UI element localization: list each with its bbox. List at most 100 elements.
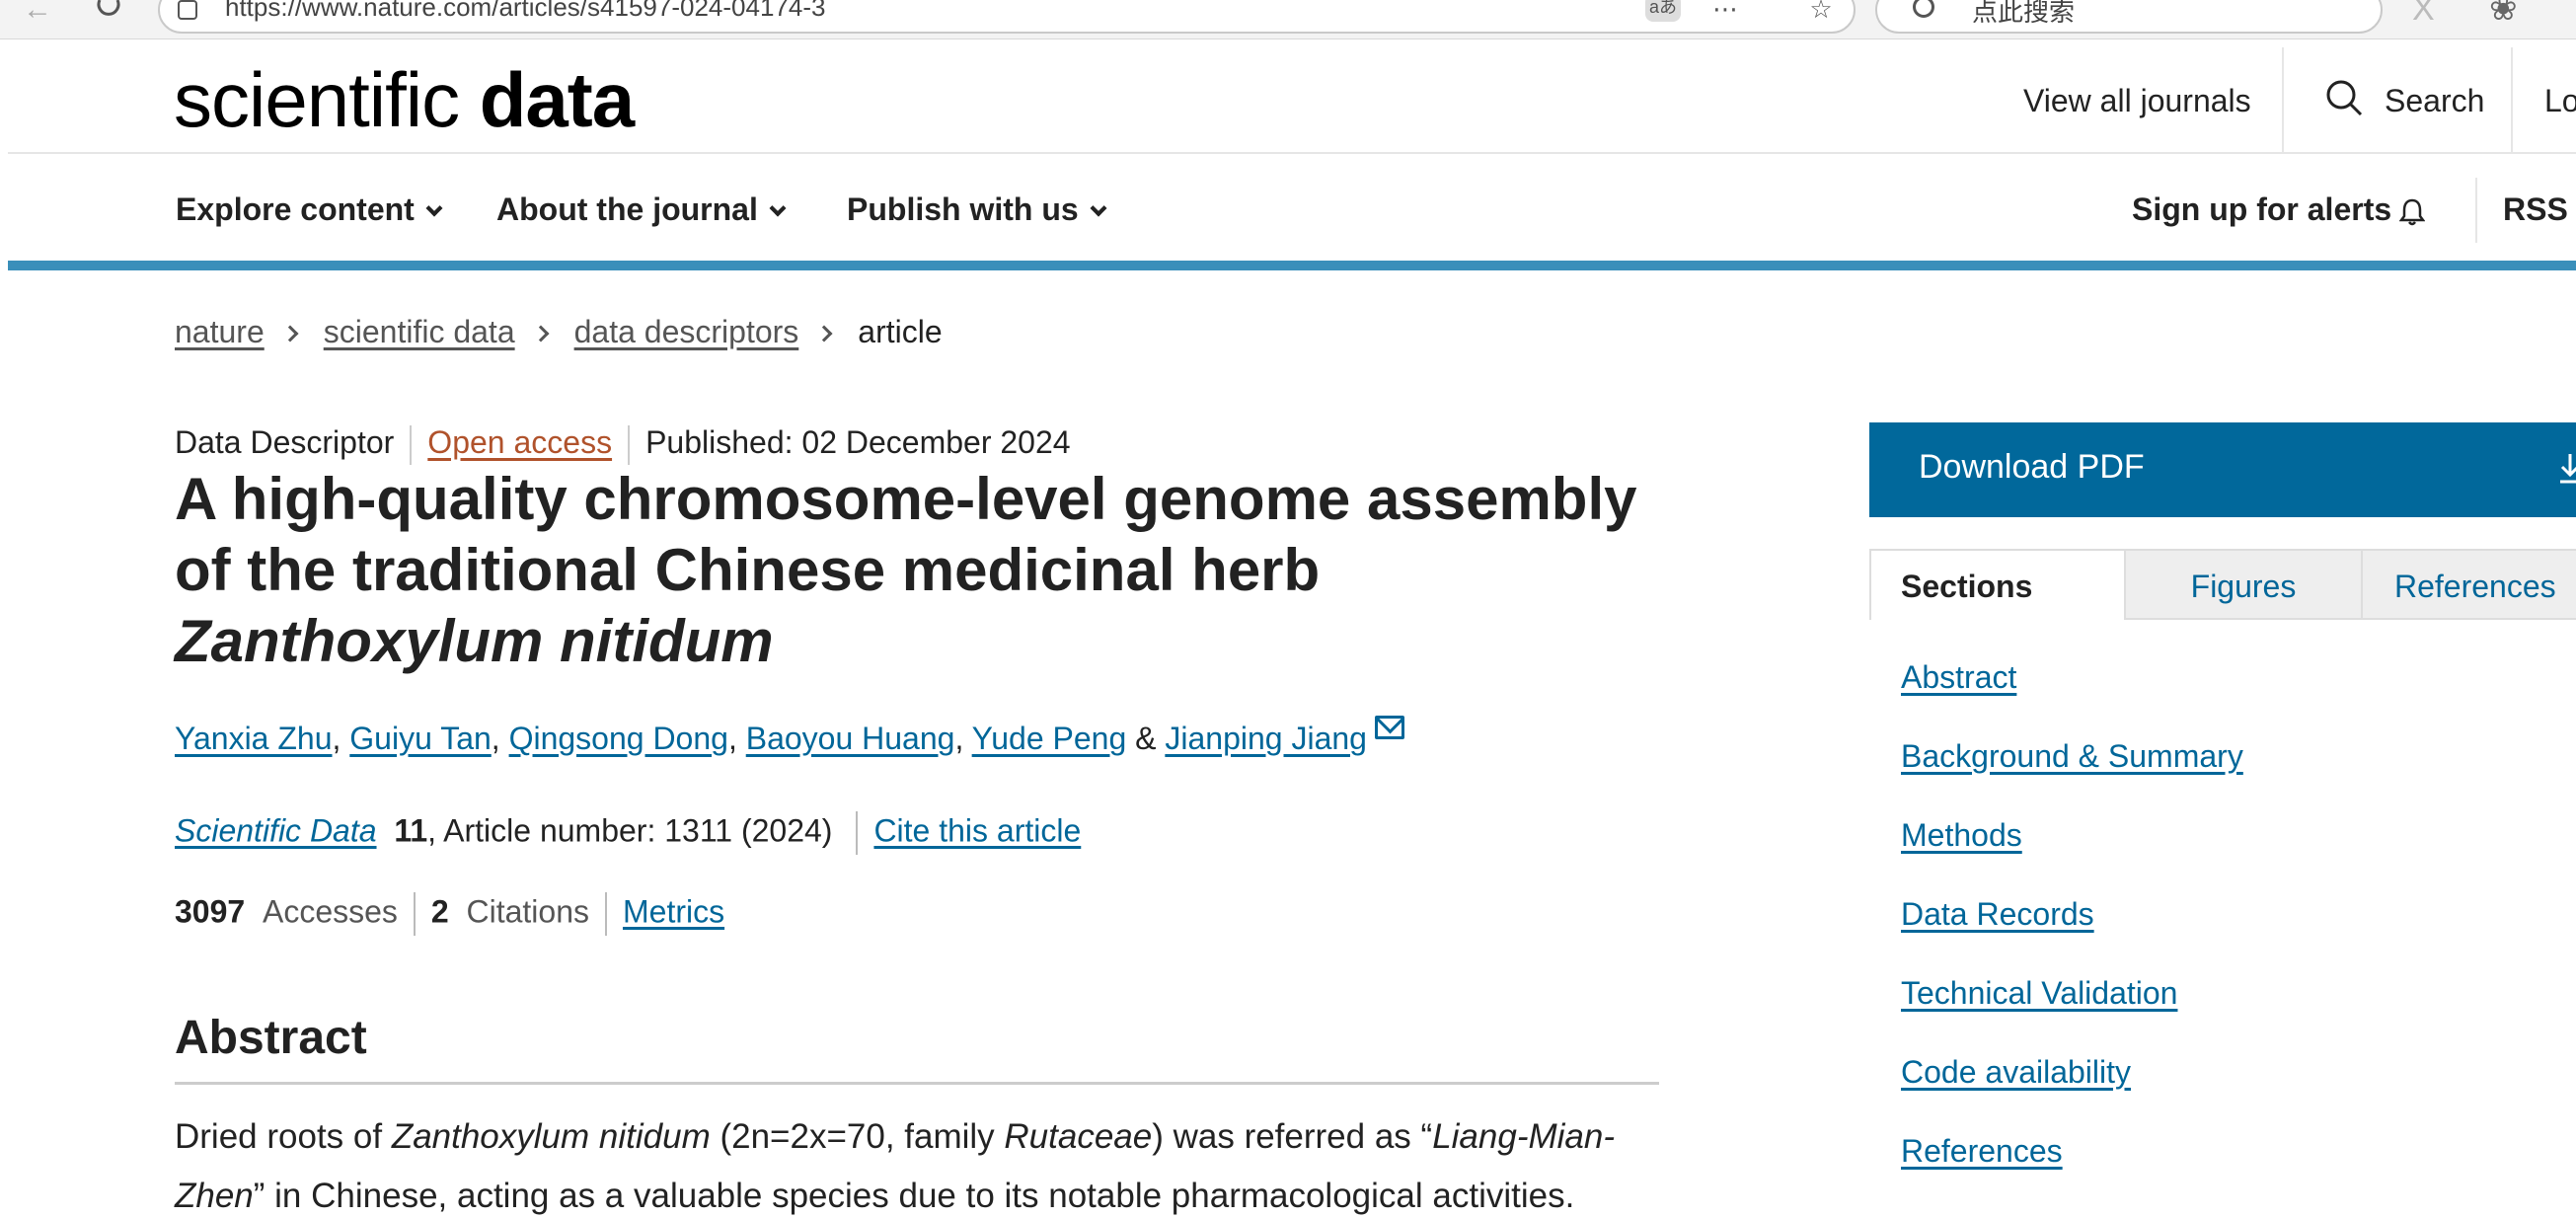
back-arrow-icon[interactable]: ←: [18, 0, 57, 28]
chevron-down-icon: [769, 199, 787, 217]
nav-item-label: Explore content: [176, 191, 415, 227]
nav-accent-bar: [8, 261, 2576, 270]
download-pdf-label: Download PDF: [1919, 448, 2145, 486]
author-link[interactable]: Guiyu Tan: [349, 721, 492, 756]
site-header: scientific data View all journals Search…: [8, 47, 2576, 154]
sidebar-tabs: Sections Figures References: [1869, 549, 2576, 620]
download-pdf-button[interactable]: Download PDF: [1869, 422, 2576, 517]
search-link[interactable]: Search: [2385, 83, 2484, 119]
abstract-family: Rutaceae: [1004, 1117, 1153, 1156]
article-title-text: A high-quality chromosome-level genome a…: [175, 466, 1637, 603]
toc-abstract[interactable]: Abstract: [1901, 657, 2243, 736]
metrics-divider: [413, 892, 416, 936]
nav-explore-content[interactable]: Explore content: [176, 191, 443, 228]
bell-icon: [2399, 198, 2426, 225]
mail-icon[interactable]: [1374, 716, 1404, 739]
address-bar[interactable]: https://www.nature.com/articles/s41597-0…: [158, 0, 1856, 34]
rss-feed-link[interactable]: RSS f: [2503, 191, 2576, 228]
lock-icon: [178, 0, 197, 20]
author-separator: ,: [954, 721, 964, 756]
abstract-part: ) was referred as “: [1152, 1117, 1433, 1156]
toc-methods[interactable]: Methods: [1901, 815, 2243, 894]
article-meta: Data Descriptor Open access Published: 02 …: [175, 424, 1071, 465]
more-options-icon[interactable]: ⋯: [1707, 0, 1743, 24]
tab-references[interactable]: References: [2361, 549, 2576, 620]
abstract-divider: [175, 1082, 1659, 1085]
toc-code-availability[interactable]: Code availability: [1901, 1052, 2243, 1131]
login-link[interactable]: Lo: [2544, 83, 2576, 119]
citations-label: Citations: [466, 893, 589, 930]
cite-this-article-link[interactable]: Cite this article: [873, 812, 1081, 848]
meta-divider: [410, 424, 413, 465]
abstract-species: Zanthoxylum nitidum: [391, 1117, 711, 1156]
article-type: Data Descriptor: [175, 424, 395, 460]
address-url[interactable]: https://www.nature.com/articles/s41597-0…: [225, 0, 825, 23]
extension-x-icon[interactable]: X: [2412, 0, 2435, 26]
cite-divider: [856, 811, 859, 855]
meta-divider: [628, 424, 631, 465]
citations-count: 2: [430, 893, 449, 930]
sign-up-alerts-link[interactable]: Sign up for alerts: [2132, 191, 2426, 228]
author-link[interactable]: Baoyou Huang: [746, 721, 955, 756]
author-separator: ,: [491, 721, 500, 756]
tab-figures[interactable]: Figures: [2124, 549, 2363, 620]
nav-about-the-journal[interactable]: About the journal: [496, 191, 787, 228]
toc-technical-validation[interactable]: Technical Validation: [1901, 973, 2243, 1052]
volume: 11: [394, 812, 428, 849]
nav-divider: [2475, 178, 2477, 243]
chevron-down-icon: [425, 199, 443, 217]
reload-icon[interactable]: [89, 0, 128, 28]
author-and: &: [1135, 721, 1157, 756]
browser-search-placeholder[interactable]: 点此搜索: [1972, 0, 2075, 29]
journal-logo[interactable]: scientific data: [174, 55, 635, 145]
author-link[interactable]: Qingsong Dong: [509, 721, 728, 756]
browser-toolbar: ← https://www.nature.com/articles/s41597…: [0, 0, 2576, 39]
breadcrumb-nature[interactable]: nature: [175, 314, 265, 349]
accesses-label: Accesses: [262, 893, 398, 930]
metrics-link[interactable]: Metrics: [623, 893, 724, 929]
search-icon: [1913, 0, 1934, 18]
abstract-heading: Abstract: [175, 1012, 367, 1064]
toc-background-summary[interactable]: Background & Summary: [1901, 736, 2243, 815]
article-title: A high-quality chromosome-level genome a…: [175, 464, 1675, 677]
chevron-down-icon: [1090, 199, 1107, 217]
sections-toc: Abstract Background & Summary Methods Da…: [1901, 657, 2243, 1210]
chevron-right-icon: [532, 325, 550, 343]
metrics-divider: [604, 892, 607, 936]
nav-item-label: About the journal: [496, 191, 758, 227]
abstract-part: ” in Chinese, acting as a valuable speci…: [253, 1177, 1575, 1215]
search-icon[interactable]: [2325, 79, 2363, 116]
nav-publish-with-us[interactable]: Publish with us: [847, 191, 1107, 228]
logo-text-light: scientific: [174, 56, 480, 143]
tab-sections[interactable]: Sections: [1869, 549, 2126, 620]
extensions-puzzle-icon[interactable]: ❀: [2489, 0, 2518, 26]
logo-text-bold: data: [479, 56, 635, 143]
toc-references[interactable]: References: [1901, 1131, 2243, 1210]
journal-link[interactable]: Scientific Data: [175, 812, 377, 848]
chevron-right-icon: [281, 325, 299, 343]
open-access-link[interactable]: Open access: [427, 424, 612, 460]
article-metrics: 3097 Accesses 2 Citations Metrics: [175, 892, 724, 936]
toc-data-records[interactable]: Data Records: [1901, 894, 2243, 973]
author-link[interactable]: Yude Peng: [972, 721, 1127, 756]
breadcrumb-scientific-data[interactable]: scientific data: [324, 314, 515, 349]
article-title-species: Zanthoxylum nitidum: [175, 608, 774, 674]
author-list: Yanxia Zhu, Guiyu Tan, Qingsong Dong, Ba…: [175, 716, 1404, 757]
breadcrumb-data-descriptors[interactable]: data descriptors: [574, 314, 799, 349]
published-date: Published: 02 December 2024: [645, 424, 1071, 460]
favorite-star-icon[interactable]: ☆: [1803, 0, 1839, 24]
citation-line: Scientific Data 11, Article number: 1311…: [175, 811, 1081, 855]
accesses-count: 3097: [175, 893, 246, 930]
view-all-journals-link[interactable]: View all journals: [2023, 83, 2251, 119]
author-link[interactable]: Yanxia Zhu: [175, 721, 333, 756]
browser-search-box[interactable]: 点此搜索: [1875, 0, 2383, 34]
translate-icon[interactable]: aあ: [1645, 0, 1681, 22]
header-divider: [2282, 47, 2284, 154]
alerts-label: Sign up for alerts: [2132, 191, 2392, 227]
nav-item-label: Publish with us: [847, 191, 1079, 227]
abstract-part: Dried roots of: [175, 1117, 392, 1156]
breadcrumb-current: article: [858, 314, 943, 349]
author-link[interactable]: Jianping Jiang: [1165, 721, 1367, 756]
abstract-part: (2n=2x=70, family: [710, 1117, 1005, 1156]
author-separator: ,: [332, 721, 341, 756]
